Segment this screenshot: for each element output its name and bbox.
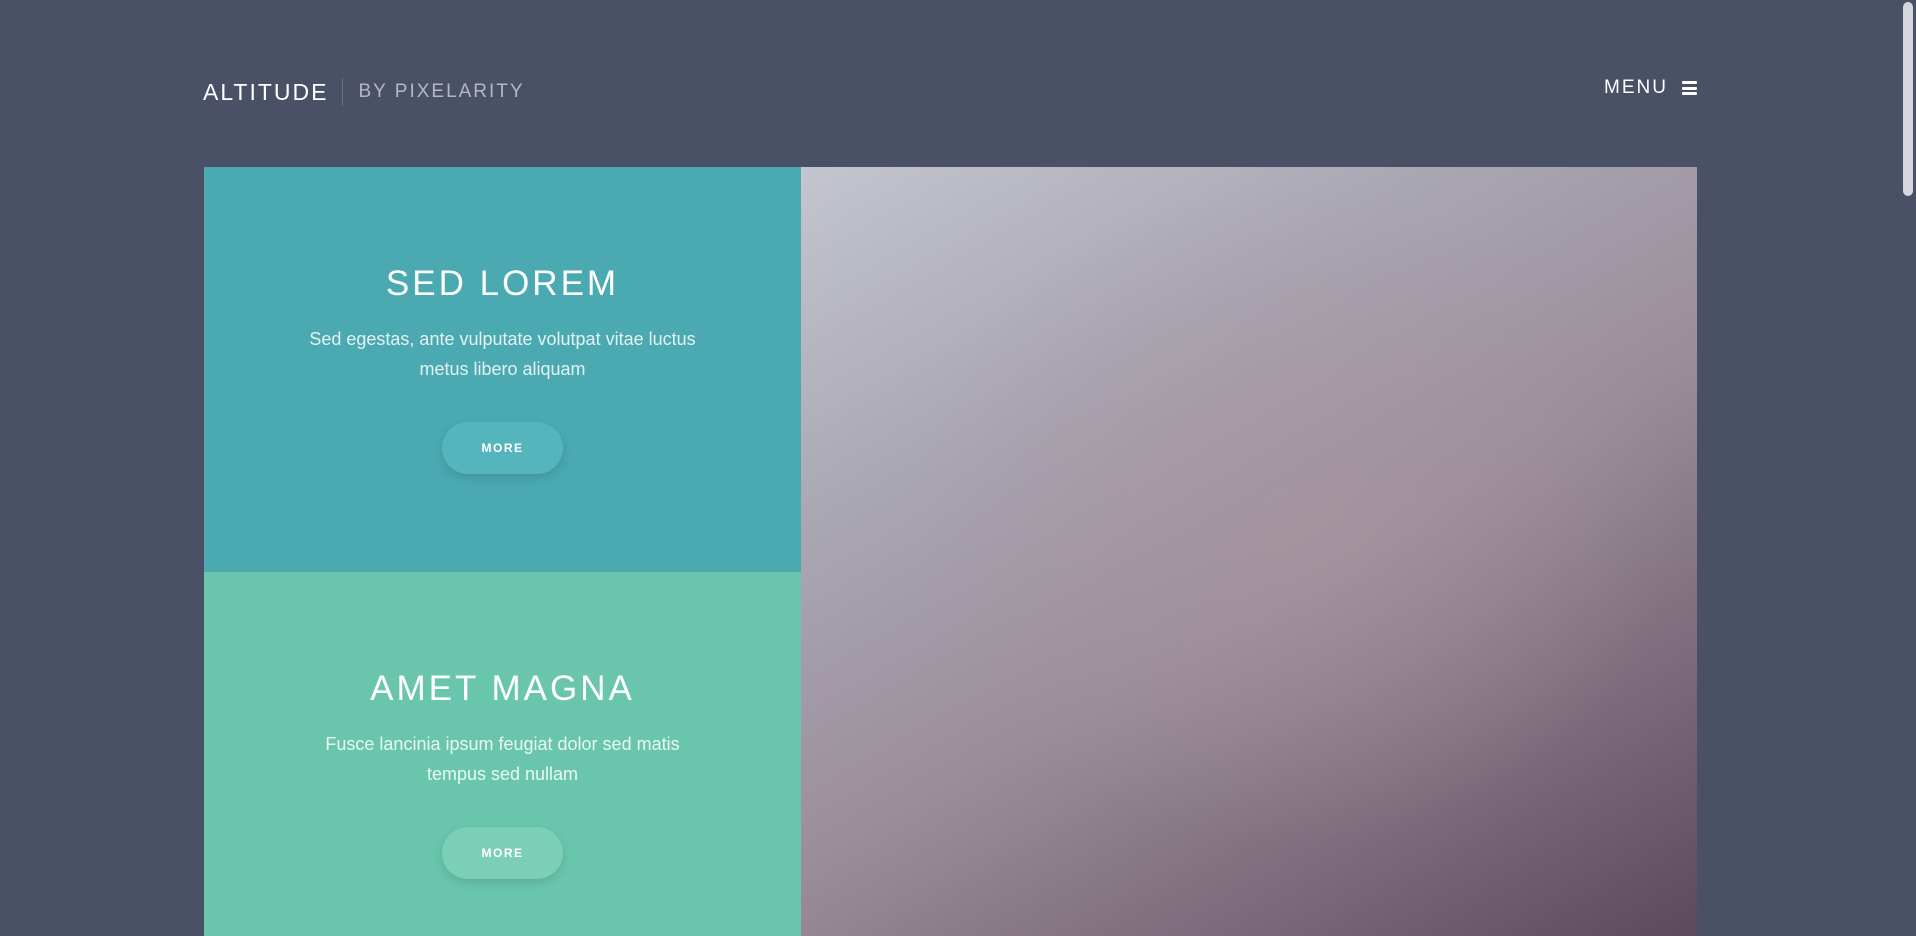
scrollbar-thumb[interactable] [1903, 2, 1913, 196]
main-banner: SED LOREM Sed egestas, ante vulputate vo… [204, 167, 1697, 936]
hero-image [801, 167, 1697, 936]
more-button[interactable]: MORE [442, 422, 563, 474]
tile-text: Fusce lancinia ipsum feugiat dolor sed m… [325, 734, 680, 784]
page: ALTITUDE BY PIXELARITY MENU SED LOREM Se… [0, 0, 1916, 936]
brand-title: ALTITUDE [203, 79, 329, 105]
brand-divider [342, 78, 344, 106]
brand-logo[interactable]: ALTITUDE BY PIXELARITY [203, 78, 525, 106]
feature-tile-sed-lorem: SED LOREM Sed egestas, ante vulputate vo… [204, 167, 801, 572]
hamburger-icon [1682, 81, 1697, 95]
tile-title: SED LOREM [385, 264, 620, 303]
more-button[interactable]: MORE [442, 827, 563, 879]
brand-subtitle: BY PIXELARITY [358, 81, 525, 102]
tile-title: AMET MAGNA [370, 669, 635, 708]
site-header: ALTITUDE BY PIXELARITY MENU [203, 74, 1697, 110]
tile-text: Sed egestas, ante vulputate volutpat vit… [309, 329, 696, 379]
feature-tile-amet-magna: AMET MAGNA Fusce lancinia ipsum feugiat … [204, 572, 801, 936]
menu-label: MENU [1604, 77, 1668, 98]
menu-button[interactable]: MENU [1604, 74, 1697, 102]
vertical-scrollbar[interactable] [1900, 0, 1916, 936]
